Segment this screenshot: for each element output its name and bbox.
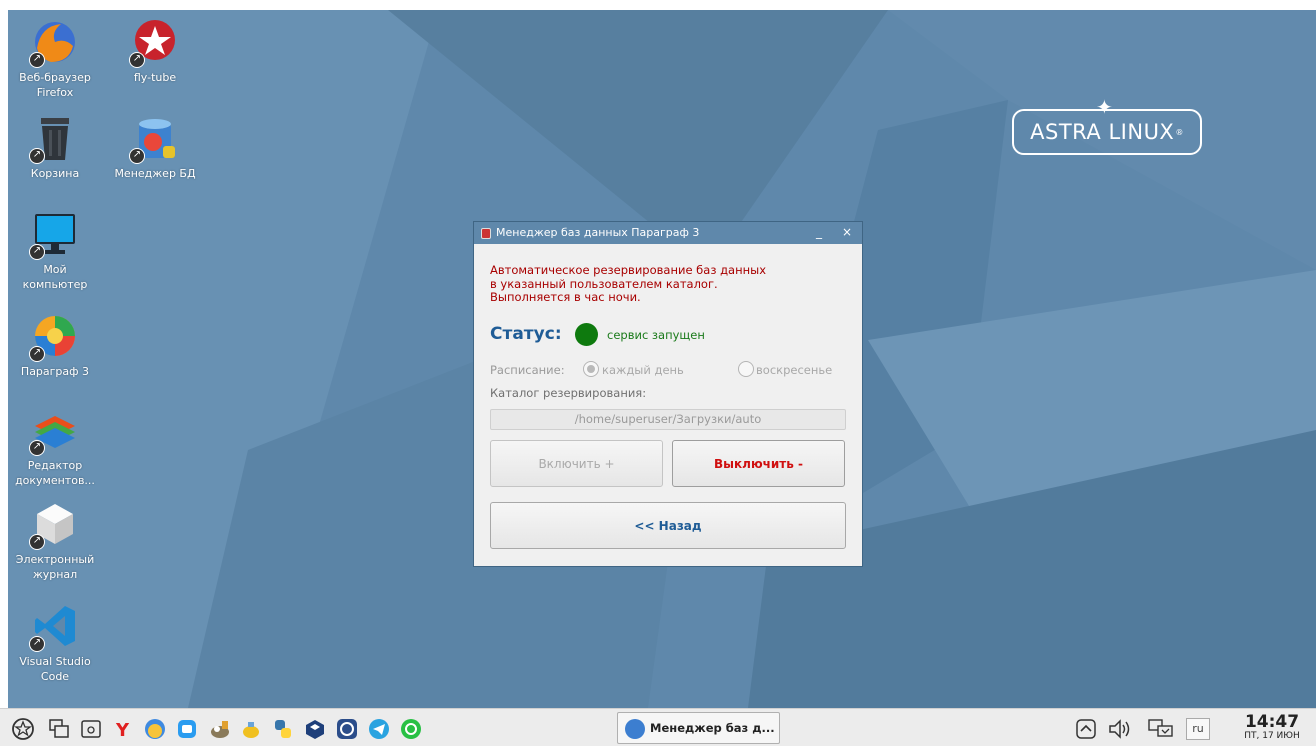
desktop-icon-doc-editor[interactable]: ↗ Редактор документов... xyxy=(5,406,105,488)
messenger-icon[interactable] xyxy=(176,718,198,740)
gimp-icon[interactable] xyxy=(208,718,230,740)
shortcut-arrow-icon: ↗ xyxy=(129,148,145,164)
svg-text:Y: Y xyxy=(115,720,130,740)
flytube-icon: ↗ xyxy=(129,18,179,68)
catalog-label: Каталог резервирования: xyxy=(490,386,647,400)
paragraf-icon: ↗ xyxy=(29,312,79,362)
icon-label: Веб-браузер xyxy=(19,71,91,84)
vscode-icon: ↗ xyxy=(29,602,79,652)
taskbar: Y Менеджер баз д... ru 14:47 ПТ, 17 ИЮН xyxy=(0,708,1316,746)
trash-icon: ↗ xyxy=(29,114,79,164)
icon-label: Электронный xyxy=(15,553,95,566)
icon-label-2: компьютер xyxy=(22,278,88,291)
shortcut-arrow-icon: ↗ xyxy=(29,244,45,260)
clock-time: 14:47 xyxy=(1244,712,1300,732)
description-line-1: Автоматическое резервирование баз данных xyxy=(490,263,767,277)
desktop-icon-paragraf[interactable]: ↗ Параграф 3 xyxy=(5,312,105,379)
desktop: ✦ ASTRA LINUX ® ↗ Веб-браузер Firefox ↗ f… xyxy=(0,0,1316,746)
icon-label: Мой xyxy=(43,263,67,276)
dialog-title: Менеджер баз данных Параграф 3 xyxy=(496,226,700,239)
db-manager-dialog: Менеджер баз данных Параграф 3 _ × Автом… xyxy=(474,222,862,566)
icon-label: Корзина xyxy=(30,167,80,180)
monitor-icon: ↗ xyxy=(29,210,79,260)
description-text: Автоматическое резервирование баз данных… xyxy=(490,263,850,305)
radio-sunday-label[interactable]: воскресенье xyxy=(756,363,832,377)
task-title: Менеджер баз д... xyxy=(650,721,775,735)
registered-mark: ® xyxy=(1175,127,1184,137)
virtualbox-icon[interactable] xyxy=(304,718,326,740)
desktop-icon-my-computer[interactable]: ↗ Мой компьютер xyxy=(5,210,105,292)
status-text: сервис запущен xyxy=(607,328,705,342)
desktop-icon-flytube[interactable]: ↗ fly-tube xyxy=(105,18,205,85)
shortcut-arrow-icon: ↗ xyxy=(29,636,45,652)
db-manager-task-icon xyxy=(625,719,645,739)
icon-label: fly-tube xyxy=(133,71,177,84)
document-editor-icon: ↗ xyxy=(29,406,79,456)
app-icon xyxy=(481,228,491,239)
shortcut-arrow-icon: ↗ xyxy=(29,148,45,164)
icon-label-2: журнал xyxy=(32,568,78,581)
description-line-2: в указанный пользователем каталог. xyxy=(490,276,718,291)
status-indicator-icon xyxy=(575,323,598,346)
clock-date: ПТ, 17 ИЮН xyxy=(1244,731,1300,741)
file-manager-icon[interactable] xyxy=(80,718,102,740)
desktop-icon-firefox[interactable]: ↗ Веб-браузер Firefox xyxy=(5,18,105,100)
icon-label-2: документов... xyxy=(15,474,95,487)
whatsapp-icon[interactable] xyxy=(400,718,422,740)
shortcut-arrow-icon: ↗ xyxy=(129,52,145,68)
logo-text: ASTRA LINUX xyxy=(1030,120,1175,144)
telegram-icon[interactable] xyxy=(368,718,390,740)
shortcut-arrow-icon: ↗ xyxy=(29,534,45,550)
volume-icon[interactable] xyxy=(1108,718,1130,740)
network-icon[interactable] xyxy=(1147,718,1173,740)
taskbar-task-db-manager[interactable]: Менеджер баз д... xyxy=(617,712,780,744)
catalog-path-field[interactable]: /home/superuser/Загрузки/auto xyxy=(490,409,846,430)
desktop-icon-e-journal[interactable]: ↗ Электронный журнал xyxy=(5,500,105,582)
schedule-label: Расписание: xyxy=(490,363,565,377)
database-manager-icon: ↗ xyxy=(129,114,179,164)
back-button[interactable]: << Назад xyxy=(490,502,846,549)
icon-label: Параграф 3 xyxy=(20,365,90,378)
icon-label: Менеджер БД xyxy=(114,167,196,180)
astra-linux-logo: ✦ ASTRA LINUX ® xyxy=(1004,97,1210,159)
description-line-3: Выполняется в час ночи. xyxy=(490,290,641,304)
icon-label: Visual Studio xyxy=(19,655,91,668)
shortcut-arrow-icon: ↗ xyxy=(29,346,45,362)
shortcut-arrow-icon: ↗ xyxy=(29,440,45,456)
dialog-titlebar[interactable]: Менеджер баз данных Параграф 3 _ × xyxy=(474,222,862,244)
cube-icon: ↗ xyxy=(29,500,79,550)
clock[interactable]: 14:47 ПТ, 17 ИЮН xyxy=(1232,713,1312,741)
show-desktop-icon[interactable] xyxy=(48,718,70,740)
status-label: Статус: xyxy=(490,324,562,344)
firefox-icon: ↗ xyxy=(29,18,79,68)
radio-daily[interactable] xyxy=(583,361,599,377)
radio-daily-label[interactable]: каждый день xyxy=(602,363,684,377)
clock-app-icon[interactable] xyxy=(336,718,358,740)
chat-app-icon[interactable] xyxy=(144,718,166,740)
desktop-icon-trash[interactable]: ↗ Корзина xyxy=(5,114,105,181)
icon-label: Редактор xyxy=(27,459,83,472)
minimize-button[interactable]: _ xyxy=(816,221,822,243)
start-menu-icon[interactable] xyxy=(12,718,34,740)
shortcut-arrow-icon: ↗ xyxy=(29,52,45,68)
language-indicator[interactable]: ru xyxy=(1186,718,1210,740)
close-button[interactable]: × xyxy=(842,221,852,243)
desktop-icon-db-manager[interactable]: ↗ Менеджер БД xyxy=(105,114,205,181)
icon-label-2: Firefox xyxy=(36,86,74,99)
python-icon[interactable] xyxy=(272,718,294,740)
disable-button[interactable]: Выключить - xyxy=(672,440,845,487)
enable-button[interactable]: Включить + xyxy=(490,440,663,487)
icon-label-2: Code xyxy=(40,670,70,683)
tea-icon[interactable] xyxy=(240,718,262,740)
radio-sunday[interactable] xyxy=(738,361,754,377)
tray-expand-icon[interactable] xyxy=(1075,718,1097,740)
desktop-icon-vscode[interactable]: ↗ Visual Studio Code xyxy=(5,602,105,684)
yandex-browser-icon[interactable]: Y xyxy=(112,718,134,741)
